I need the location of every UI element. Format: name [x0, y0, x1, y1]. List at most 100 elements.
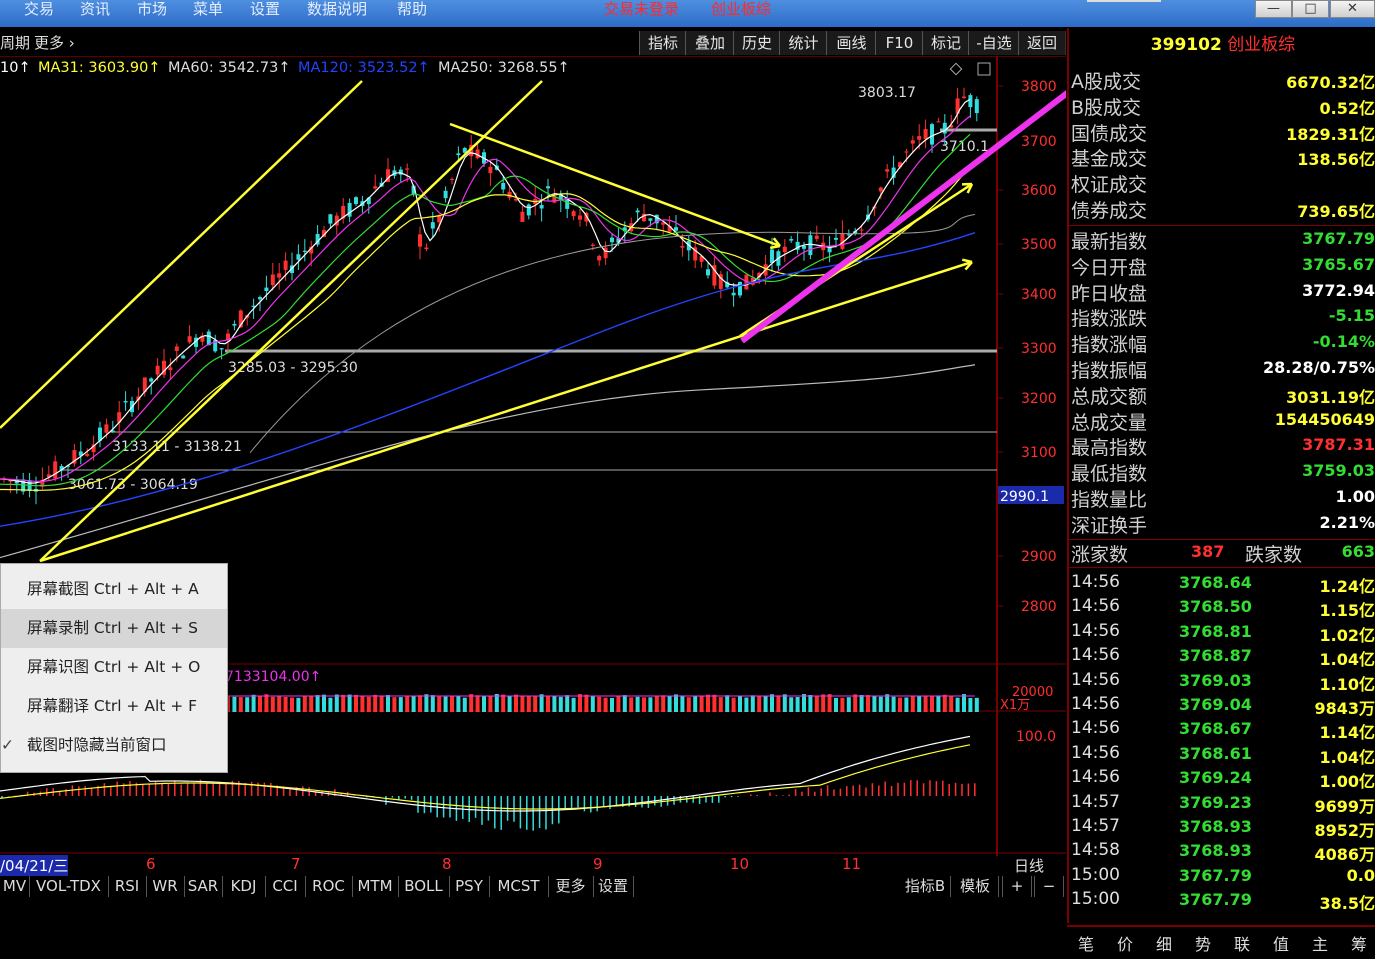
- volume-bar: [533, 695, 538, 712]
- volume-bar: [731, 697, 736, 712]
- indicator-tab-0[interactable]: MV: [0, 876, 30, 897]
- footer-tab-1[interactable]: 价: [1106, 931, 1144, 955]
- stat-value: -0.14%: [1312, 332, 1375, 352]
- price-axis-label: 3400: [1021, 287, 1057, 303]
- menu-item-5[interactable]: 数据说明: [307, 0, 367, 18]
- volume-bar: [558, 696, 563, 712]
- volume-bar: [680, 695, 685, 712]
- menu-item-0[interactable]: 交易: [24, 0, 54, 18]
- indicator-right-tab-2[interactable]: +: [1002, 876, 1032, 897]
- toolbar-button-1[interactable]: 叠加: [685, 31, 735, 55]
- indicator-tab-5[interactable]: KDJ: [222, 876, 266, 897]
- toolbar-button-6[interactable]: 标记: [922, 31, 970, 55]
- volume-bar: [878, 696, 883, 712]
- period-label[interactable]: 周期: [0, 32, 30, 53]
- indicator-tab-12[interactable]: 更多: [548, 876, 594, 897]
- footer-tab-4[interactable]: 联: [1223, 931, 1261, 955]
- volume-bar: [718, 697, 723, 712]
- date-label-6: 11: [842, 855, 862, 873]
- tick-row: 14:56 3768.64 1.24亿: [1071, 572, 1375, 596]
- toolbar-button-0[interactable]: 指标: [639, 31, 687, 55]
- volume-bar: [546, 696, 550, 712]
- volume-bar: [923, 695, 928, 712]
- volume-bar: [776, 695, 781, 712]
- candle-body: [546, 186, 550, 189]
- indicator-tab-7[interactable]: ROC: [305, 876, 353, 897]
- volume-bar: [539, 694, 544, 712]
- tick-volume: 1.04亿: [1319, 650, 1375, 670]
- footer-tab-3[interactable]: 势: [1184, 931, 1222, 955]
- volume-bar: [859, 695, 864, 712]
- toolbar-button-8[interactable]: 返回: [1018, 31, 1066, 55]
- context-menu-item-0[interactable]: 屏幕截图 Ctrl + Alt + A: [1, 570, 227, 609]
- footer-tab-0[interactable]: 笔: [1067, 931, 1105, 955]
- tick-time: 14:56: [1071, 694, 1120, 714]
- minimize-button[interactable]: —: [1255, 0, 1292, 18]
- menu-item-6[interactable]: 帮助: [397, 0, 427, 18]
- footer-tab-2[interactable]: 细: [1145, 931, 1183, 955]
- candle-body: [85, 454, 90, 456]
- tick-price: 3768.87: [1179, 646, 1252, 666]
- tick-time: 14:56: [1071, 620, 1120, 641]
- close-button[interactable]: ✕: [1330, 0, 1375, 18]
- volume-bar: [802, 694, 806, 712]
- indicator-tab-6[interactable]: CCI: [265, 876, 306, 897]
- indicator-tab-10[interactable]: PSY: [449, 876, 490, 897]
- indicator-tab-2[interactable]: RSI: [108, 876, 147, 897]
- candle-body: [270, 274, 275, 286]
- volume-bar: [418, 695, 422, 712]
- indicator-tab-4[interactable]: SAR: [184, 876, 223, 897]
- stat-label: 最低指数: [1071, 463, 1148, 486]
- toolbar-button-2[interactable]: 历史: [733, 31, 781, 55]
- chevron-right-icon: ›: [64, 34, 75, 52]
- context-menu-item-4[interactable]: 截图时隐藏当前窗口 ✓: [1, 726, 227, 765]
- volume-bar: [661, 695, 666, 712]
- toolbar-button-3[interactable]: 统计: [779, 31, 828, 55]
- menu-item-3[interactable]: 菜单: [193, 0, 223, 18]
- volume-bar: [648, 697, 653, 712]
- volume-bar: [238, 697, 243, 712]
- footer-tab-6[interactable]: 主: [1301, 931, 1339, 955]
- indicator-tab-11[interactable]: MCST: [489, 876, 549, 897]
- candle-body: [456, 153, 461, 156]
- candle-body: [590, 244, 595, 246]
- footer-tab-7[interactable]: 筹: [1340, 931, 1375, 955]
- indicator-tab-3[interactable]: WR: [146, 876, 185, 897]
- maximize-button[interactable]: □: [1292, 0, 1329, 18]
- candle-body: [571, 211, 576, 217]
- stat-row-b-3: 指数涨跌 -5.15: [1071, 304, 1375, 330]
- period-day-label[interactable]: 日线: [1014, 855, 1044, 876]
- stat-value: 3772.94: [1302, 280, 1375, 300]
- menu-item-4[interactable]: 设置: [250, 0, 280, 18]
- menu-item-2[interactable]: 市场: [137, 0, 167, 18]
- indicator-tab-1[interactable]: VOL-TDX: [29, 876, 109, 897]
- volume-bar: [635, 696, 640, 712]
- stat-row-b-5: 指数振幅 28.28/0.75%: [1071, 356, 1375, 382]
- more-period-button[interactable]: 更多 ›: [34, 32, 75, 53]
- indicator-tab-8[interactable]: MTM: [352, 876, 399, 897]
- volume-bar: [706, 694, 710, 712]
- toolbar-button-4[interactable]: 画线: [826, 31, 877, 55]
- toolbar-button-7[interactable]: -自选: [968, 31, 1020, 55]
- toolbar-button-5[interactable]: F10: [875, 31, 924, 55]
- context-menu-item-1[interactable]: 屏幕录制 Ctrl + Alt + S: [1, 609, 227, 648]
- indicator-tab-13[interactable]: 设置: [593, 876, 634, 897]
- context-menu-item-2[interactable]: 屏幕识图 Ctrl + Alt + O: [1, 648, 227, 687]
- indicator-tab-9[interactable]: BOLL: [398, 876, 450, 897]
- volume-bar: [283, 696, 288, 712]
- volume-bar: [379, 695, 384, 712]
- indicator-right-tab-0[interactable]: 指标B: [900, 876, 951, 897]
- stat-label: 深证换手: [1071, 514, 1148, 537]
- volume-bar: [354, 694, 358, 712]
- indicator-right-tab-1[interactable]: 模板: [952, 876, 999, 897]
- volume-bar: [686, 697, 691, 712]
- context-menu-label: 截图时隐藏当前窗口: [27, 736, 167, 754]
- volume-label: 7133104.00↑: [225, 669, 321, 685]
- footer-tab-5[interactable]: 值: [1262, 931, 1300, 955]
- context-menu-item-3[interactable]: 屏幕翻译 Ctrl + Alt + F: [1, 687, 227, 726]
- indicator-right-tab-3[interactable]: −: [1034, 876, 1064, 897]
- diamond-icon: [949, 62, 963, 76]
- menu-item-1[interactable]: 资讯: [80, 0, 110, 18]
- high-annotation: 3803.17: [858, 85, 916, 101]
- date-label-1: 6: [146, 855, 156, 873]
